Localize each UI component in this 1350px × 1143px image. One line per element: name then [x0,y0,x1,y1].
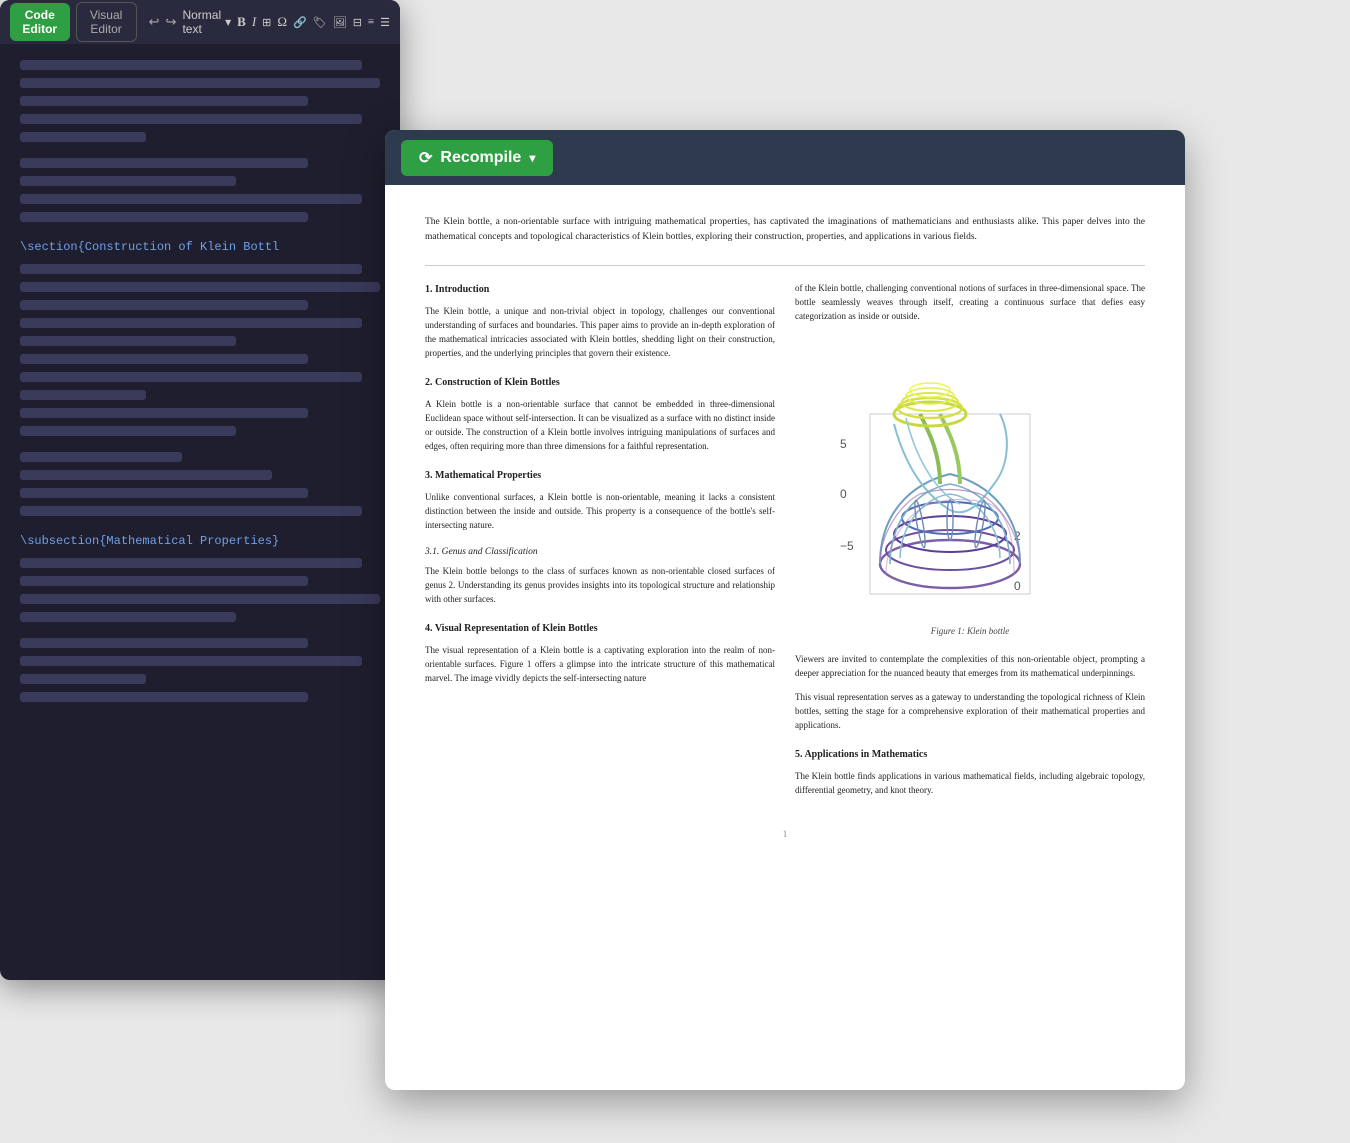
code-line [20,426,236,436]
document-content: The Klein bottle, a non-orientable surfa… [385,185,1185,1090]
code-line [20,132,146,142]
editor-content[interactable]: \section{Construction of Klein Bottl \su… [0,44,400,980]
undo-icon[interactable]: ↩ [149,14,160,30]
code-line [20,264,362,274]
figure-caption: Figure 1: Klein bottle [795,625,1145,639]
format-dropdown[interactable]: Normal text ▾ [182,8,231,36]
section-2-body: A Klein bottle is a non-orientable surfa… [425,398,775,454]
svg-text:0: 0 [1014,579,1021,593]
klein-figure: −4 −2 0 2 0 5 −5 2 0 −2 [795,334,1145,639]
svg-text:−5: −5 [840,539,854,553]
omega-icon[interactable]: Ω [277,14,287,30]
section-divider [425,265,1145,266]
svg-text:0: 0 [840,487,847,501]
code-line [20,96,308,106]
section-3-title: 3. Mathematical Properties [425,468,775,483]
section-4-title: 4. Visual Representation of Klein Bottle… [425,621,775,636]
code-line [20,390,146,400]
grid-icon[interactable]: ⊟ [353,16,362,29]
code-line [20,656,362,666]
code-line [20,300,308,310]
chevron-down-icon: ▾ [225,15,231,29]
code-line [20,612,236,622]
svg-text:0: 0 [946,613,953,614]
section-31-body: The Klein bottle belongs to the class of… [425,565,775,607]
code-line [20,506,362,516]
subsection-label: \subsection{Mathematical Properties} [20,534,380,548]
code-line [20,638,308,648]
refresh-icon: ⟳ [419,148,432,168]
page-number: 1 [425,828,1145,842]
visual-editor-panel: ⟳ Recompile ▾ The Klein bottle, a non-or… [385,130,1185,1090]
bold-icon[interactable]: B [237,14,246,30]
section-2-title: 2. Construction of Klein Bottles [425,375,775,390]
section-label: \section{Construction of Klein Bottl [20,240,380,254]
code-line [20,318,362,328]
code-line [20,692,308,702]
code-line [20,336,236,346]
recompile-label: Recompile [440,149,521,167]
recompile-bar: ⟳ Recompile ▾ [385,130,1185,185]
code-line [20,488,308,498]
code-line [20,114,362,124]
image-icon[interactable]: 🖼 [333,16,347,29]
section-5-title: 5. Applications in Mathematics [795,747,1145,762]
editor-toolbar: Code Editor Visual Editor ↩ ↪ Normal tex… [0,0,400,44]
code-editor-panel: Code Editor Visual Editor ↩ ↪ Normal tex… [0,0,400,980]
code-line [20,470,272,480]
two-column-layout: 1. Introduction The Klein bottle, a uniq… [425,282,1145,807]
tab-visual-editor[interactable]: Visual Editor [76,2,137,42]
code-line [20,354,308,364]
section-5-body: The Klein bottle finds applications in v… [795,770,1145,798]
code-line [20,60,362,70]
right-col-para2: This visual representation serves as a g… [795,691,1145,733]
italic-icon[interactable]: I [252,14,256,30]
right-col-para1: Viewers are invited to contemplate the c… [795,653,1145,681]
code-line [20,594,380,604]
section-1-title: 1. Introduction [425,282,775,297]
right-column: of the Klein bottle, challenging convent… [795,282,1145,807]
tag-icon[interactable]: 🏷 [313,16,327,29]
left-column: 1. Introduction The Klein bottle, a uniq… [425,282,775,807]
svg-text:−4: −4 [866,613,880,614]
recompile-button[interactable]: ⟳ Recompile ▾ [401,140,553,176]
right-col-intro: of the Klein bottle, challenging convent… [795,282,1145,324]
list2-icon[interactable]: ☰ [380,16,390,29]
link-icon[interactable]: 🔗 [293,16,307,29]
list-icon[interactable]: ≡ [368,16,374,28]
format-label: Normal text [182,8,221,36]
svg-text:2: 2 [986,613,993,614]
section-4-body: The visual representation of a Klein bot… [425,644,775,686]
code-line [20,282,380,292]
redo-icon[interactable]: ↪ [166,14,177,30]
code-line [20,408,308,418]
code-line [20,674,146,684]
code-line [20,452,182,462]
klein-bottle-chart: −4 −2 0 2 0 5 −5 2 0 −2 [840,334,1100,614]
section-1-body: The Klein bottle, a unique and non-trivi… [425,305,775,361]
code-line [20,194,362,204]
code-line [20,372,362,382]
code-line [20,78,380,88]
code-line [20,158,308,168]
recompile-chevron-icon: ▾ [529,151,535,165]
table-icon[interactable]: ⊞ [262,16,271,29]
code-line [20,176,236,186]
code-line [20,212,308,222]
section-31-title: 3.1. Genus and Classification [425,545,775,559]
code-line [20,576,308,586]
svg-text:−2: −2 [906,613,920,614]
tab-code-editor[interactable]: Code Editor [10,3,70,41]
code-line [20,558,362,568]
section-3-body: Unlike conventional surfaces, a Klein bo… [425,491,775,533]
abstract-text: The Klein bottle, a non-orientable surfa… [425,215,1145,245]
svg-text:5: 5 [840,437,847,451]
